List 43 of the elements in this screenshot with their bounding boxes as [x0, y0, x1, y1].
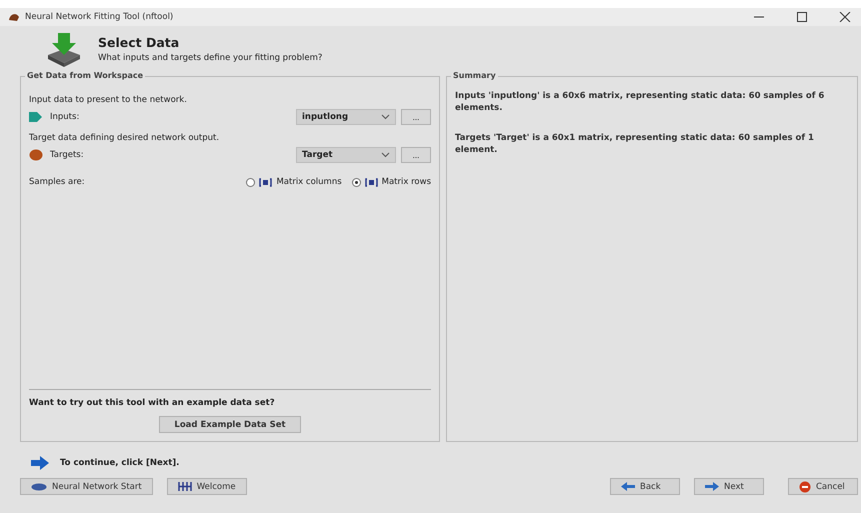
wizard-button[interactable]: Next: [694, 478, 764, 495]
wizard-button[interactable]: Back: [610, 478, 680, 495]
variable-dropdown[interactable]: Target: [296, 147, 396, 163]
panel-title: Summary: [451, 71, 498, 80]
browse-button[interactable]: ...: [401, 109, 431, 125]
matrix-icon: [364, 178, 378, 186]
field-label: Inputs:: [50, 112, 80, 122]
load-example-button[interactable]: Load Example Data Set: [159, 416, 301, 433]
inputs-icon: [29, 111, 43, 123]
field-description: Input data to present to the network.: [29, 95, 188, 105]
radio-button[interactable]: [246, 178, 256, 186]
radio-button[interactable]: [352, 178, 361, 186]
chevron-icon: [381, 114, 390, 120]
chevron-icon: [381, 152, 390, 158]
nav-button[interactable]: Neural Network Start: [20, 478, 153, 495]
window-title: Neural Network Fitting Tool (nftool): [25, 12, 174, 22]
variable-dropdown[interactable]: inputlong: [296, 109, 396, 125]
app-icon: [8, 12, 20, 22]
browse-button[interactable]: ...: [401, 147, 431, 163]
page-subtitle: What inputs and targets define your fitting problem?: [98, 53, 322, 63]
field-label: Targets:: [50, 150, 84, 160]
continue-hint: To continue, click [Next].: [60, 458, 180, 468]
option-label: Matrix columns: [276, 177, 342, 187]
summary-text: Inputs 'inputlong' is a 60x6 matrix, representing static data: 60 samples of 6 elements.: [455, 91, 826, 115]
nav-button[interactable]: Welcome: [166, 478, 247, 495]
network-icon: [31, 482, 47, 490]
cancel-icon: [799, 480, 811, 492]
grid-icon: [178, 482, 192, 491]
example-prompt: Want to try out this tool with an example data set?: [29, 398, 276, 408]
arrow-left-icon: [621, 482, 635, 491]
maximize-icon[interactable]: [796, 12, 808, 22]
option-label: Matrix rows: [382, 177, 431, 187]
page-title: Select Data: [98, 35, 180, 50]
wizard-button[interactable]: Cancel: [788, 478, 858, 495]
summary-text: Targets 'Target' is a 60x1 matrix, representing static data: 60 samples of 1 element.: [455, 132, 815, 157]
matrix-icon: [259, 178, 272, 186]
field-description: Target data defining desired network output.: [29, 133, 220, 143]
samples-label: Samples are:: [29, 177, 85, 187]
panel-title: Get Data from Workspace: [25, 71, 146, 80]
arrow-right-icon: [705, 482, 719, 491]
close-icon[interactable]: [839, 12, 851, 22]
targets-icon: [29, 149, 43, 161]
arrow-right-icon: [30, 456, 50, 470]
